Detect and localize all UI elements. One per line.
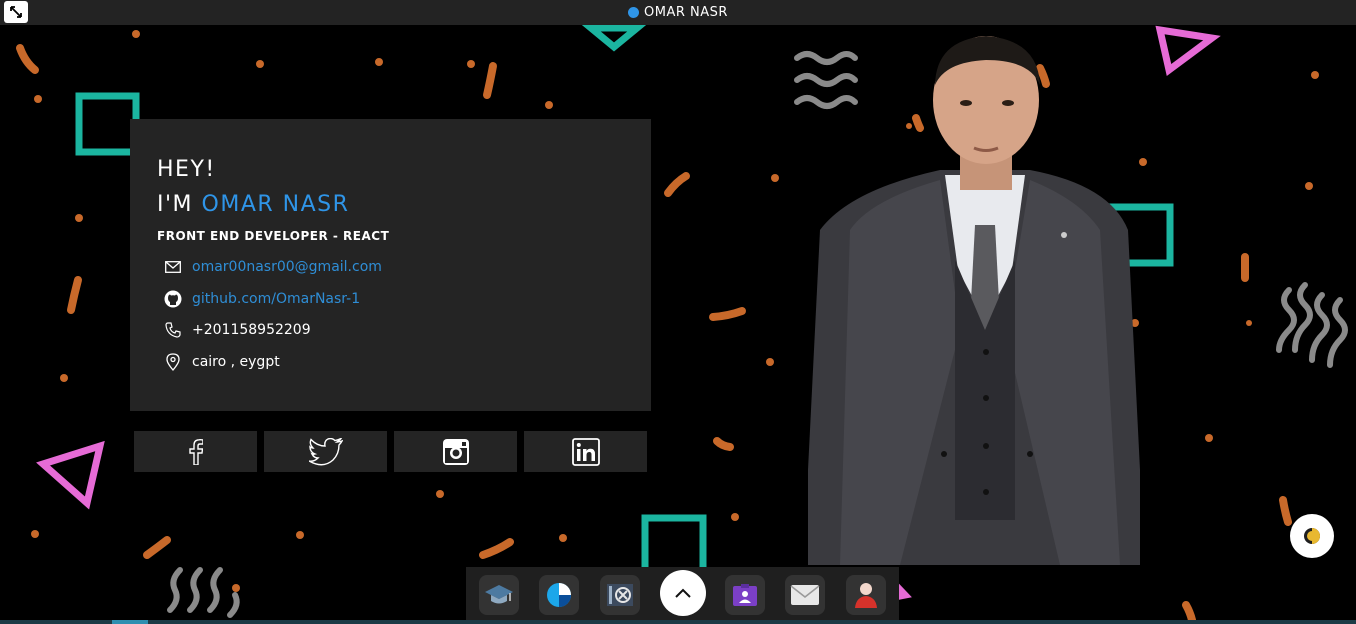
theme-toggle-button[interactable]	[1290, 514, 1334, 558]
dock-mail-button[interactable]	[785, 575, 825, 615]
github-icon	[163, 289, 183, 309]
contact-person-icon	[855, 583, 877, 608]
name-heading: I'M OMAR NASR	[157, 192, 349, 217]
window-title: OMAR NASR	[0, 0, 1356, 25]
contact-github-row: github.com/OmarNasr-1	[163, 288, 360, 310]
phone-icon	[163, 320, 183, 340]
half-moon-icon	[1304, 528, 1320, 544]
intro-prefix: I'M	[157, 192, 194, 217]
chevron-up-icon	[675, 588, 691, 598]
phone-number: +201158952209	[192, 322, 311, 338]
email-link[interactable]: omar00nasr00@gmail.com	[192, 259, 382, 275]
scroll-top-button[interactable]	[660, 570, 706, 616]
linkedin-button[interactable]	[524, 431, 647, 472]
role-title: FRONT END DEVELOPER - REACT	[157, 229, 390, 243]
settings-gear-icon	[607, 584, 633, 606]
dock-education-button[interactable]	[479, 575, 519, 615]
map-pin-icon	[163, 352, 183, 372]
contact-phone-row: +201158952209	[163, 319, 311, 341]
greeting-heading: HEY!	[157, 157, 216, 182]
facebook-icon	[188, 438, 203, 465]
window-title-text: OMAR NASR	[644, 5, 728, 20]
location-text: cairo , eygpt	[192, 354, 280, 370]
portfolio-icon	[733, 584, 757, 606]
twitter-icon	[308, 437, 343, 465]
github-link[interactable]: github.com/OmarNasr-1	[192, 291, 360, 307]
dock-contact-button[interactable]	[846, 575, 886, 615]
facebook-button[interactable]	[134, 431, 257, 472]
top-bar: OMAR NASR	[0, 0, 1356, 25]
dock-bar	[466, 567, 899, 621]
mail-icon	[790, 585, 820, 605]
status-dot-icon	[628, 7, 640, 18]
contact-location-row: cairo , eygpt	[163, 351, 280, 373]
instagram-icon	[442, 438, 469, 465]
name-highlight: OMAR NASR	[201, 192, 350, 217]
dock-portfolio-button[interactable]	[725, 575, 765, 615]
dock-services-button[interactable]	[600, 575, 640, 615]
linkedin-icon	[571, 437, 600, 466]
envelope-icon	[163, 257, 183, 277]
dock-skills-button[interactable]	[539, 575, 579, 615]
pie-chart-icon	[547, 583, 571, 607]
intro-card: HEY! I'M OMAR NASR FRONT END DEVELOPER -…	[130, 119, 651, 411]
profile-photo	[808, 36, 1140, 565]
contact-email-row: omar00nasr00@gmail.com	[163, 256, 382, 278]
twitter-button[interactable]	[264, 431, 387, 472]
graduation-cap-icon	[485, 585, 513, 604]
scroll-progress-track	[0, 620, 1356, 624]
scroll-progress-indicator	[112, 620, 148, 624]
instagram-button[interactable]	[394, 431, 517, 472]
